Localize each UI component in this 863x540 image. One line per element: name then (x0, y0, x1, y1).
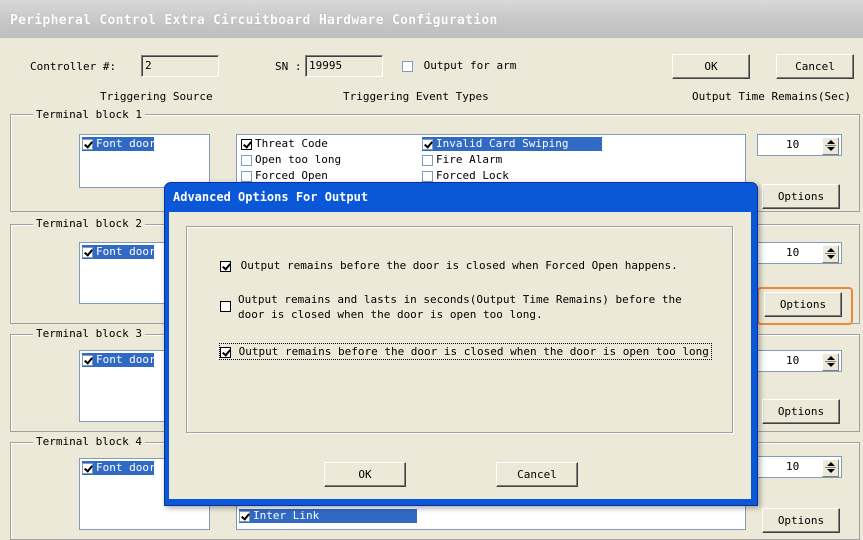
options-button-2[interactable]: Options (764, 292, 842, 317)
event-fire-alarm[interactable]: Fire Alarm (422, 153, 502, 167)
source-item-font-door[interactable]: Font door (82, 353, 156, 367)
title-bar[interactable]: Peripheral Control Extra Circuitboard Ha… (0, 0, 863, 38)
checkbox[interactable] (220, 260, 231, 272)
cancel-button[interactable]: Cancel (776, 54, 854, 79)
source-item-font-door[interactable]: Font door (82, 461, 156, 475)
header-triggering-event-types: Triggering Event Types (343, 90, 489, 103)
window-title: Peripheral Control Extra Circuitboard Ha… (10, 13, 498, 28)
event-forced-lock[interactable]: Forced Lock (422, 169, 509, 183)
option-timed-label-line2: door is closed when the door is open too… (238, 308, 543, 321)
checkbox[interactable] (220, 346, 231, 358)
event-list-1[interactable]: Threat Code Invalid Card Swiping Open to… (236, 134, 746, 188)
ok-button[interactable]: OK (672, 54, 750, 79)
spinner-arrows-icon[interactable] (822, 459, 839, 477)
controller-field[interactable]: 2 (141, 55, 219, 77)
option-open-too-long-label: Output remains before the door is closed… (238, 345, 709, 358)
spinner-arrows-icon[interactable] (822, 245, 839, 263)
header-triggering-source: Triggering Source (100, 90, 213, 103)
options-button-4[interactable]: Options (762, 508, 840, 533)
event-list-4[interactable]: Inter Link (236, 504, 746, 530)
terminal-block-4-label: Terminal block 4 (33, 435, 145, 448)
option-open-too-long[interactable]: Output remains before the door is closed… (219, 343, 712, 360)
sn-field[interactable]: 19995 (305, 55, 383, 77)
dialog-cancel-button[interactable]: Cancel (496, 462, 578, 487)
header-output-time: Output Time Remains(Sec) (692, 90, 851, 103)
event-invalid-card-swiping[interactable]: Invalid Card Swiping (422, 137, 602, 151)
advanced-options-dialog: Advanced Options For Output Output remai… (164, 182, 758, 506)
event-threat-code[interactable]: Threat Code (241, 137, 328, 151)
dialog-ok-button[interactable]: OK (324, 462, 406, 487)
time-spinner-1[interactable]: 10 (757, 134, 842, 156)
dialog-body: Output remains before the door is closed… (169, 212, 751, 499)
checkbox[interactable] (220, 301, 231, 312)
event-forced-open[interactable]: Forced Open (241, 169, 328, 183)
sn-label: SN : (275, 60, 302, 73)
terminal-block-2-label: Terminal block 2 (33, 217, 145, 230)
option-timed-label-line1: Output remains and lasts in seconds(Outp… (238, 293, 682, 306)
option-open-too-long-timed[interactable]: Output remains and lasts in seconds(Outp… (220, 292, 682, 322)
option-forced-open-label: Output remains before the door is closed… (240, 259, 678, 272)
spinner-arrows-icon[interactable] (822, 137, 839, 155)
spinner-arrows-icon[interactable] (822, 353, 839, 371)
output-for-arm-label: Output for arm (423, 59, 517, 72)
options-button-1[interactable]: Options (762, 184, 840, 209)
dialog-title[interactable]: Advanced Options For Output (173, 190, 368, 204)
source-item-font-door[interactable]: Font door (82, 137, 156, 151)
time-spinner-2[interactable]: 10 (757, 242, 842, 264)
option-forced-open[interactable]: Output remains before the door is closed… (220, 258, 678, 273)
source-item-font-door[interactable]: Font door (82, 245, 156, 259)
controller-label: Controller #: (30, 60, 117, 73)
checkbox[interactable] (402, 60, 413, 72)
terminal-block-1-label: Terminal block 1 (33, 108, 145, 121)
event-inter-link[interactable]: Inter Link (239, 509, 417, 523)
source-list-1[interactable]: Font door (79, 134, 210, 188)
terminal-block-3-label: Terminal block 3 (33, 327, 145, 340)
time-spinner-4[interactable]: 10 (757, 456, 842, 478)
time-spinner-3[interactable]: 10 (757, 350, 842, 372)
options-button-3[interactable]: Options (762, 399, 840, 424)
event-open-too-long[interactable]: Open too long (241, 153, 341, 167)
output-for-arm-checkbox[interactable]: Output for arm (402, 59, 516, 72)
main-window: Peripheral Control Extra Circuitboard Ha… (0, 0, 863, 540)
